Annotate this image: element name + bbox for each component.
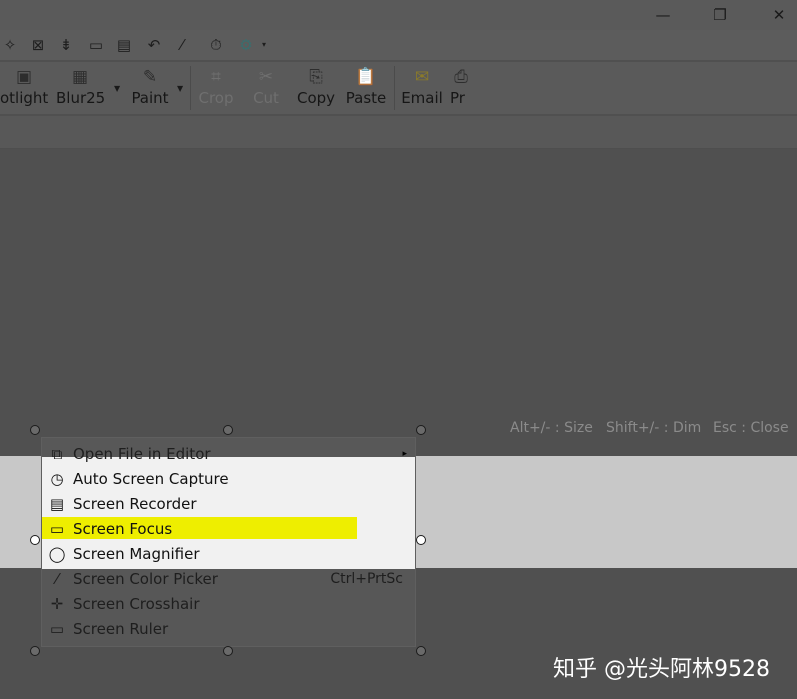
minimize-button[interactable]: — bbox=[641, 0, 685, 30]
clock-icon: ◷ bbox=[50, 470, 64, 488]
blur-dropdown-icon[interactable]: ▼ bbox=[114, 84, 120, 93]
quick-toolbar: ✧ ⊠ ⇟ ▭ ▤ ↶ ⁄ ⏱ ⚙ ▾ bbox=[0, 30, 797, 60]
resize-handle-bottom[interactable] bbox=[223, 646, 233, 656]
print-icon: ⎙ bbox=[454, 67, 468, 87]
crop-icon: ⌗ bbox=[211, 67, 221, 87]
settings-gear-icon[interactable]: ⚙ bbox=[236, 35, 256, 55]
blur-button[interactable]: ▦ Blur25 bbox=[56, 62, 105, 114]
minimize-icon: — bbox=[655, 6, 671, 24]
clipboard-icon: 📋 bbox=[355, 67, 377, 87]
shortcut-label: Ctrl+PrtSc bbox=[330, 571, 403, 587]
ribbon-toolbar: ▣ otlight ▦ Blur25 ▼ ✎ Paint ▼ ⌗ Crop ✂ … bbox=[0, 62, 797, 114]
submenu-arrow-icon: ▸ bbox=[402, 449, 407, 459]
resize-handle-top-right[interactable] bbox=[416, 425, 426, 435]
region-capture-icon[interactable]: ▭ bbox=[86, 35, 106, 55]
copy-button[interactable]: ⎘ Copy bbox=[294, 62, 338, 114]
resize-handle-left[interactable] bbox=[30, 535, 40, 545]
envelope-icon: ✉ bbox=[414, 67, 430, 87]
email-button[interactable]: ✉ Email bbox=[400, 62, 444, 114]
paint-bucket-icon: ✎ bbox=[142, 67, 158, 87]
spotlight-tool-icon[interactable]: ✧ bbox=[0, 35, 20, 55]
watermark: 知乎 @光头阿林9528 bbox=[553, 657, 770, 682]
hint-size: Alt+/- : Size bbox=[510, 420, 593, 436]
spotlight-icon: ▣ bbox=[15, 67, 33, 87]
resize-handle-right[interactable] bbox=[416, 535, 426, 545]
menu-item-screen-color-picker[interactable]: ⁄ Screen Color Picker Ctrl+PrtSc bbox=[42, 567, 415, 591]
menu-item-screen-ruler[interactable]: ▭ Screen Ruler bbox=[42, 617, 415, 641]
scissors-icon: ✂ bbox=[258, 67, 274, 87]
hint-close: Esc : Close bbox=[713, 420, 789, 436]
restore-button[interactable]: ❐ bbox=[698, 0, 742, 30]
film-icon: ▤ bbox=[49, 495, 65, 513]
close-window-button[interactable]: ✕ bbox=[757, 0, 797, 30]
resize-handle-top-left[interactable] bbox=[30, 425, 40, 435]
resize-handle-top[interactable] bbox=[223, 425, 233, 435]
rectangle-icon: ▭ bbox=[49, 520, 65, 538]
repeat-capture-icon[interactable]: ↶ bbox=[144, 35, 164, 55]
cut-button[interactable]: ✂ Cut bbox=[246, 62, 286, 114]
hint-dim: Shift+/- : Dim bbox=[606, 420, 702, 436]
ribbon-separator bbox=[394, 66, 395, 110]
open-file-icon: ⧉ bbox=[51, 445, 63, 463]
restore-icon: ❐ bbox=[713, 6, 727, 24]
resize-handle-bottom-left[interactable] bbox=[30, 646, 40, 656]
copy-icon: ⎘ bbox=[309, 67, 323, 87]
toolbar-band bbox=[0, 116, 797, 149]
print-button[interactable]: ⎙ Pr bbox=[450, 62, 472, 114]
paste-button[interactable]: 📋 Paste bbox=[344, 62, 388, 114]
title-bar: — ❐ ✕ bbox=[0, 0, 797, 30]
menu-item-screen-focus[interactable]: ▭ Screen Focus bbox=[42, 517, 415, 541]
ruler-icon: ▭ bbox=[49, 620, 65, 638]
settings-dropdown-arrow-icon[interactable]: ▾ bbox=[254, 35, 274, 55]
spotlight-button[interactable]: ▣ otlight bbox=[0, 62, 48, 114]
menu-item-screen-crosshair[interactable]: ✛ Screen Crosshair bbox=[42, 592, 415, 616]
crop-button[interactable]: ⌗ Crop bbox=[196, 62, 236, 114]
menu-item-auto-screen-capture[interactable]: ◷ Auto Screen Capture bbox=[42, 467, 415, 491]
screen-recorder-icon[interactable]: ▤ bbox=[114, 35, 134, 55]
paint-dropdown-icon[interactable]: ▼ bbox=[177, 84, 183, 93]
crosshair-icon: ✛ bbox=[50, 595, 64, 613]
paint-button[interactable]: ✎ Paint bbox=[128, 62, 172, 114]
menu-item-open-file-in-editor[interactable]: ⧉ Open File in Editor ▸ bbox=[42, 442, 415, 466]
context-menu: ⧉ Open File in Editor ▸ ◷ Auto Screen Ca… bbox=[41, 437, 416, 647]
close-icon: ✕ bbox=[772, 6, 786, 24]
blur-icon: ▦ bbox=[71, 67, 89, 87]
menu-item-screen-recorder[interactable]: ▤ Screen Recorder bbox=[42, 492, 415, 516]
menu-item-screen-magnifier[interactable]: ◯ Screen Magnifier bbox=[42, 542, 415, 566]
ribbon-separator bbox=[190, 66, 191, 110]
fullscreen-capture-icon[interactable]: ⊠ bbox=[28, 35, 48, 55]
resize-handle-bottom-right[interactable] bbox=[416, 646, 426, 656]
eyedropper-icon: ⁄ bbox=[55, 570, 59, 588]
color-picker-icon[interactable]: ⁄ bbox=[172, 35, 192, 55]
scrolling-capture-icon[interactable]: ⇟ bbox=[56, 35, 76, 55]
timer-icon[interactable]: ⏱ bbox=[206, 35, 226, 55]
magnifier-icon: ◯ bbox=[48, 545, 66, 563]
